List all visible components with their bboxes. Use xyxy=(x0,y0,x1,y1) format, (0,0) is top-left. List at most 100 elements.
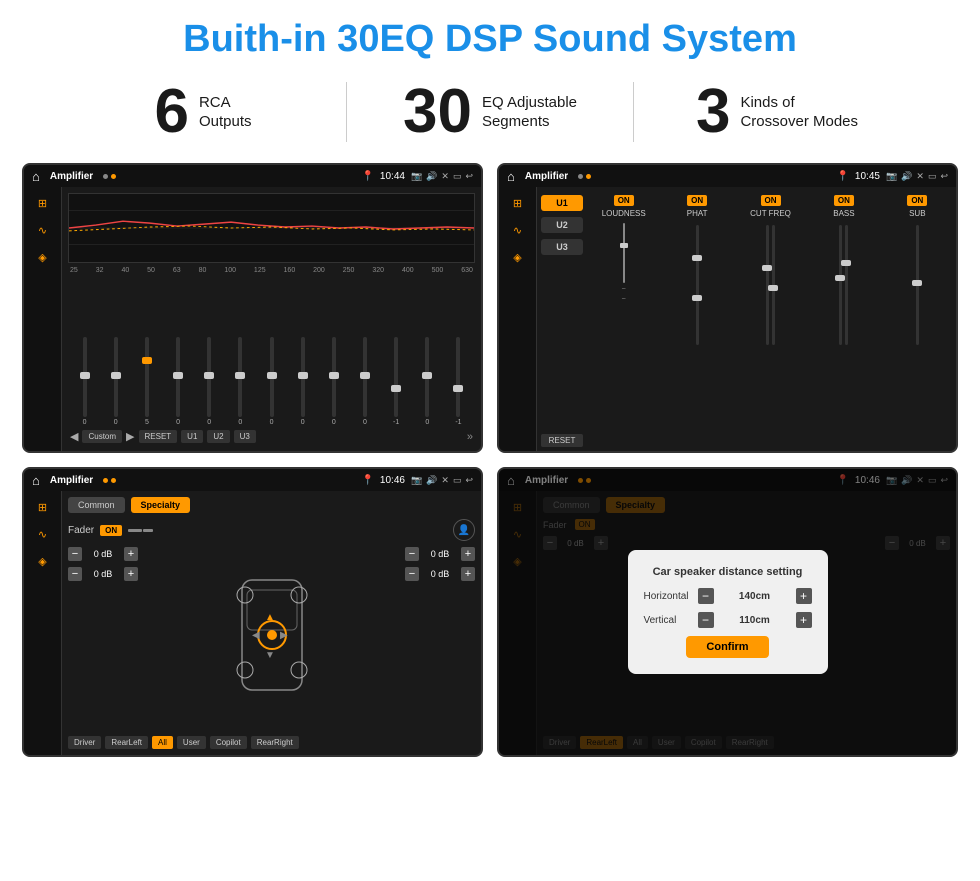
camera-icon-3: 📷 xyxy=(411,475,422,486)
fader-rl-minus[interactable]: − xyxy=(68,567,82,581)
xover-u1-btn[interactable]: U1 xyxy=(541,195,583,211)
fader-sidebar-icon-3[interactable]: ◈ xyxy=(38,555,46,568)
dialog-horizontal-row: Horizontal − 140cm + xyxy=(644,588,812,604)
eq-slider-9[interactable]: 0 xyxy=(350,337,379,426)
back-icon[interactable]: ↩ xyxy=(465,171,473,182)
eq-u3-btn[interactable]: U3 xyxy=(234,430,256,443)
xover-u3-btn[interactable]: U3 xyxy=(541,239,583,255)
eq-slider-4[interactable]: 0 xyxy=(195,337,224,426)
dialog-horizontal-minus[interactable]: − xyxy=(698,588,714,604)
eq-sidebar-icon-1[interactable]: ⊞ xyxy=(38,197,47,210)
xover-reset-btn[interactable]: RESET xyxy=(541,434,583,447)
dialog-horizontal-label: Horizontal xyxy=(644,591,694,602)
eq-slider-5[interactable]: 0 xyxy=(226,337,255,426)
dialog-confirm-button[interactable]: Confirm xyxy=(686,636,768,658)
screen-distance: ⌂ Amplifier 📍 10:46 📷 🔊 ✕ ▭ ↩ ⊞ ∿ ◈ xyxy=(497,467,958,757)
fader-driver-btn[interactable]: Driver xyxy=(68,736,101,749)
xover-sidebar-icon-3[interactable]: ◈ xyxy=(513,251,521,264)
home-icon[interactable]: ⌂ xyxy=(32,169,40,184)
fader-all-btn[interactable]: All xyxy=(152,736,173,749)
svg-text:▲: ▲ xyxy=(265,612,275,623)
crossover-main-area: U1 U2 U3 RESET ON LOUDNESS xyxy=(537,187,956,451)
x-icon-2: ✕ xyxy=(916,171,924,182)
eq-slider-7[interactable]: 0 xyxy=(288,337,317,426)
battery-icon-2: ▭ xyxy=(928,171,937,182)
eq-u1-btn[interactable]: U1 xyxy=(181,430,203,443)
crossover-screen-content: ⊞ ∿ ◈ U1 U2 U3 RESET ON LO xyxy=(499,187,956,451)
fader-tabs: Common Specialty xyxy=(68,497,475,513)
fader-rl-plus[interactable]: + xyxy=(124,567,138,581)
home-icon-3[interactable]: ⌂ xyxy=(32,473,40,488)
fader-main-area: Common Specialty Fader ON 👤 xyxy=(62,491,481,755)
fader-settings-icon[interactable]: 👤 xyxy=(453,519,475,541)
eq-next-btn[interactable]: ▶ xyxy=(126,430,134,443)
fader-fr-minus[interactable]: − xyxy=(405,547,419,561)
crossover-sidebar: ⊞ ∿ ◈ xyxy=(499,187,537,451)
status-icons-2: 📷 🔊 ✕ ▭ ↩ xyxy=(886,171,948,182)
screens-grid: ⌂ Amplifier 📍 10:44 📷 🔊 ✕ ▭ ↩ ⊞ ∿ ◈ xyxy=(0,157,980,767)
eq-custom-btn[interactable]: Custom xyxy=(82,430,122,443)
eq-expand-btn[interactable]: » xyxy=(467,431,473,443)
fader-rearleft-btn[interactable]: RearLeft xyxy=(105,736,148,749)
fader-tab-specialty[interactable]: Specialty xyxy=(131,497,191,513)
screen1-time: 10:44 xyxy=(380,171,405,182)
eq-slider-6[interactable]: 0 xyxy=(257,337,286,426)
dialog-horizontal-plus[interactable]: + xyxy=(796,588,812,604)
fader-copilot-btn[interactable]: Copilot xyxy=(210,736,247,749)
home-icon-2[interactable]: ⌂ xyxy=(507,169,515,184)
cutfreq-label: CUT FREQ xyxy=(750,209,791,218)
dialog-vertical-plus[interactable]: + xyxy=(796,612,812,628)
eq-slider-12[interactable]: -1 xyxy=(444,337,473,426)
loudness-on[interactable]: ON xyxy=(614,195,634,206)
dialog-vertical-minus[interactable]: − xyxy=(698,612,714,628)
fader-fl-row: − 0 dB + xyxy=(68,547,138,561)
eq-prev-btn[interactable]: ◀ xyxy=(70,430,78,443)
fader-sidebar-icon-2[interactable]: ∿ xyxy=(38,528,47,541)
eq-slider-11[interactable]: 0 xyxy=(413,337,442,426)
eq-reset-btn[interactable]: RESET xyxy=(139,430,178,443)
screen2-title: Amplifier xyxy=(525,171,568,182)
xover-u2-btn[interactable]: U2 xyxy=(541,217,583,233)
stat-rca: 6 RCA Outputs xyxy=(60,81,346,143)
phat-on[interactable]: ON xyxy=(687,195,707,206)
eq-slider-1[interactable]: 0 xyxy=(101,337,130,426)
dot-2 xyxy=(111,174,116,179)
fader-fl-minus[interactable]: − xyxy=(68,547,82,561)
stat-rca-number: 6 xyxy=(154,81,188,143)
sub-on[interactable]: ON xyxy=(907,195,927,206)
fader-on-badge[interactable]: ON xyxy=(100,525,122,536)
back-icon-2[interactable]: ↩ xyxy=(940,171,948,182)
eq-slider-8[interactable]: 0 xyxy=(319,337,348,426)
eq-slider-0[interactable]: 0 xyxy=(70,337,99,426)
svg-text:▶: ▶ xyxy=(280,630,288,641)
fader-rearright-btn[interactable]: RearRight xyxy=(251,736,299,749)
eq-sidebar-icon-2[interactable]: ∿ xyxy=(38,224,47,237)
fader-sidebar-icon-1[interactable]: ⊞ xyxy=(38,501,47,514)
dialog-horizontal-value: 140cm xyxy=(718,591,792,602)
bass-label: BASS xyxy=(833,209,854,218)
fader-fl-plus[interactable]: + xyxy=(124,547,138,561)
screen1-status-bar: ⌂ Amplifier 📍 10:44 📷 🔊 ✕ ▭ ↩ xyxy=(24,165,481,187)
eq-slider-2[interactable]: 5 xyxy=(132,337,161,426)
eq-u2-btn[interactable]: U2 xyxy=(207,430,229,443)
bass-on[interactable]: ON xyxy=(834,195,854,206)
cutfreq-on[interactable]: ON xyxy=(761,195,781,206)
eq-sidebar-icon-3[interactable]: ◈ xyxy=(38,251,46,264)
fader-rr-minus[interactable]: − xyxy=(405,567,419,581)
fader-fr-plus[interactable]: + xyxy=(461,547,475,561)
xover-sidebar-icon-1[interactable]: ⊞ xyxy=(513,197,522,210)
fader-user-btn[interactable]: User xyxy=(177,736,206,749)
fader-bottom-bar: Driver RearLeft All User Copilot RearRig… xyxy=(68,736,475,749)
back-icon-3[interactable]: ↩ xyxy=(465,475,473,486)
fader-rr-plus[interactable]: + xyxy=(461,567,475,581)
eq-freq-labels: 25 32 40 50 63 80 100 125 160 200 250 32… xyxy=(68,267,475,274)
xover-sidebar-icon-2[interactable]: ∿ xyxy=(513,224,522,237)
status-dots-2 xyxy=(578,174,591,179)
eq-slider-3[interactable]: 0 xyxy=(163,337,192,426)
page-title: Buith-in 30EQ DSP Sound System xyxy=(0,0,980,71)
fader-tab-common[interactable]: Common xyxy=(68,497,125,513)
fader-rl-val: 0 dB xyxy=(85,569,121,579)
eq-slider-10[interactable]: -1 xyxy=(382,337,411,426)
dot-5 xyxy=(103,478,108,483)
sub-label: SUB xyxy=(909,209,925,218)
